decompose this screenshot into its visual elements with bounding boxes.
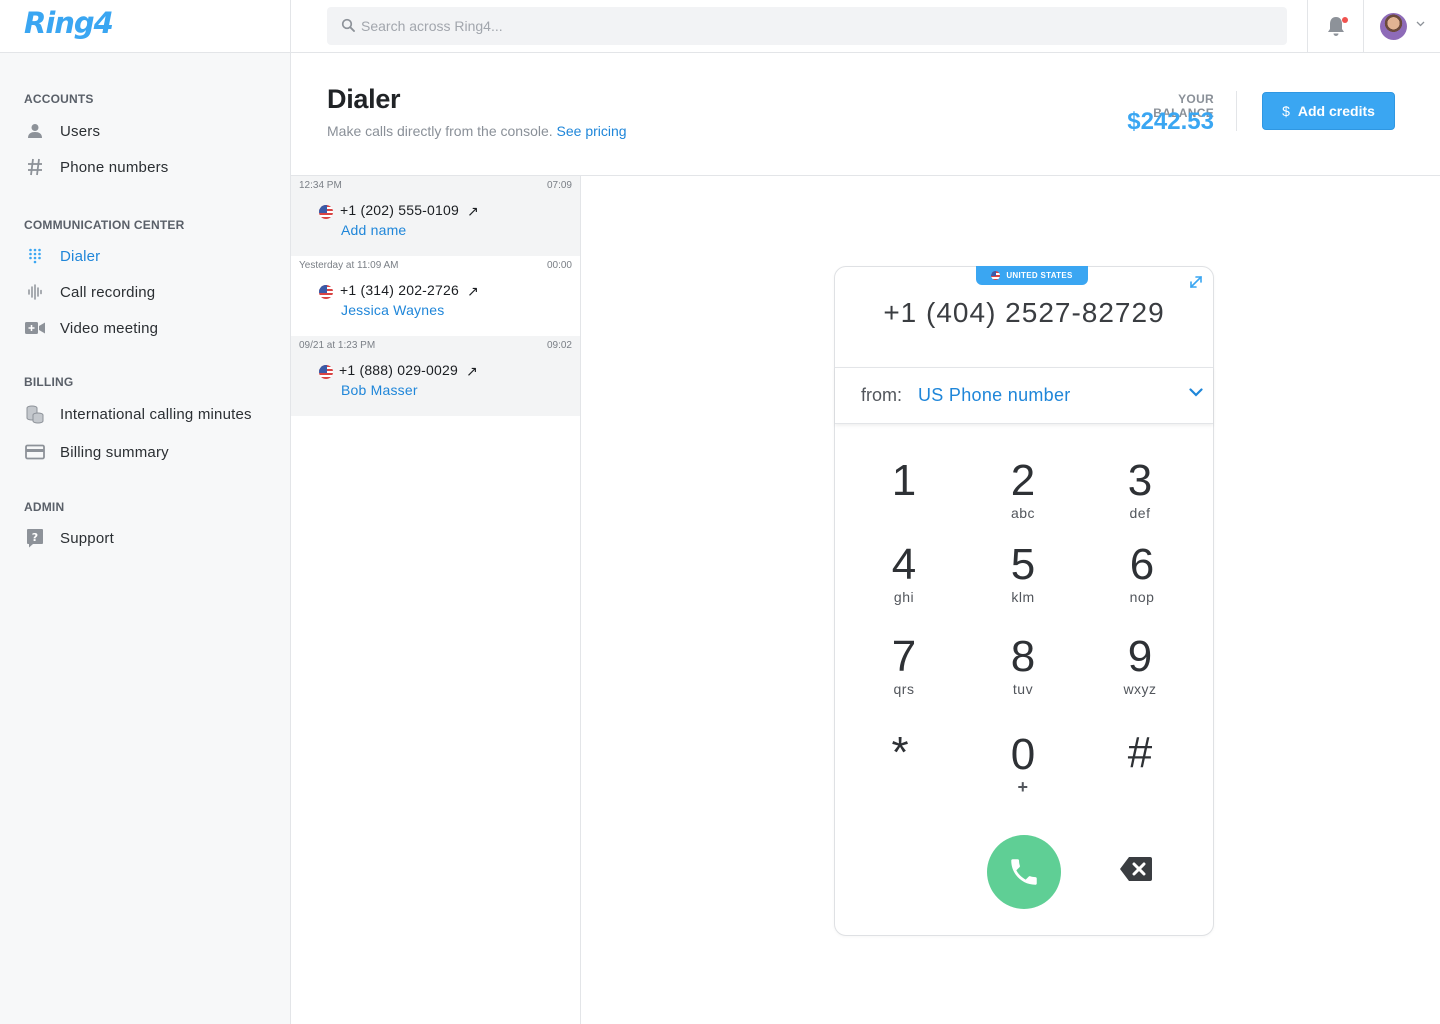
dialpad-icon xyxy=(24,245,46,267)
top-bar: Ring4 xyxy=(0,0,1440,53)
us-flag-icon xyxy=(319,285,333,299)
help-icon: ? xyxy=(24,527,46,549)
backspace-icon[interactable] xyxy=(1118,855,1154,883)
ring4-logo[interactable]: Ring4 xyxy=(24,6,114,40)
dial-key-1[interactable]: 1 xyxy=(859,457,949,505)
dial-key-9[interactable]: 9 wxyz xyxy=(1095,633,1185,698)
sidebar-item-international-calling-minutes[interactable]: International calling minutes xyxy=(24,401,284,427)
contact-name[interactable]: Jessica Waynes xyxy=(341,302,444,318)
chevron-down-icon xyxy=(1189,388,1203,397)
dial-key-8[interactable]: 8 tuv xyxy=(978,633,1068,698)
search-icon xyxy=(341,18,355,32)
sidebar-item-label: Phone numbers xyxy=(60,158,169,176)
call-history-item[interactable]: 12:34 PM 07:09 +1 (202) 555-0109 ↗ Add n… xyxy=(291,176,580,256)
hash-icon xyxy=(24,156,46,178)
page-subtitle: Make calls directly from the console. Se… xyxy=(327,123,627,139)
call-time: Yesterday at 11:09 AM xyxy=(299,260,399,271)
notifications-button[interactable] xyxy=(1307,0,1364,53)
call-history-item[interactable]: 09/21 at 1:23 PM 09:02 +1 (888) 029-0029… xyxy=(291,336,580,416)
section-title-communication-center: COMMUNICATION CENTER xyxy=(24,218,185,232)
user-icon xyxy=(24,120,46,142)
from-value[interactable]: US Phone number xyxy=(918,385,1071,406)
see-pricing-link[interactable]: See pricing xyxy=(557,123,627,139)
call-history-item[interactable]: Yesterday at 11:09 AM 00:00 +1 (314) 202… xyxy=(291,256,580,336)
dial-key-2[interactable]: 2 abc xyxy=(978,457,1068,522)
dial-key-5[interactable]: 5 klm xyxy=(978,541,1068,606)
sidebar-item-label: Video meeting xyxy=(60,319,159,337)
page-title: Dialer xyxy=(327,84,401,114)
balance-value: $242.53 xyxy=(1127,108,1214,135)
sidebar-item-label: Call recording xyxy=(60,283,156,301)
sidebar-item-label: International calling minutes xyxy=(60,405,252,423)
section-title-accounts: ACCOUNTS xyxy=(24,92,94,106)
sidebar-item-billing-summary[interactable]: Billing summary xyxy=(24,439,284,465)
search-bar[interactable] xyxy=(327,7,1287,45)
sidebar-item-call-recording[interactable]: Call recording xyxy=(24,279,284,305)
divider xyxy=(1236,91,1237,131)
sidebar-item-label: Support xyxy=(60,529,114,547)
svg-text:?: ? xyxy=(32,531,38,544)
sidebar-item-label: Users xyxy=(60,122,101,140)
phone-icon xyxy=(1011,859,1037,885)
page-header: Dialer Make calls directly from the cons… xyxy=(291,53,1440,176)
call-duration: 00:00 xyxy=(546,260,572,271)
sidebar-item-label: Billing summary xyxy=(60,443,169,461)
add-name-link[interactable]: Add name xyxy=(341,222,406,238)
call-time: 12:34 PM xyxy=(299,180,342,191)
sidebar-item-video-meeting[interactable]: Video meeting xyxy=(24,315,284,341)
dial-key-7[interactable]: 7 qrs xyxy=(859,633,949,698)
chevron-down-icon xyxy=(1416,21,1425,27)
page-subtitle-text: Make calls directly from the console. xyxy=(327,123,553,139)
avatar[interactable] xyxy=(1380,13,1407,40)
user-menu[interactable] xyxy=(1380,13,1430,41)
country-selector[interactable]: UNITED STATES xyxy=(976,266,1088,285)
dial-key-hash[interactable]: # xyxy=(1095,729,1185,777)
section-title-admin: ADMIN xyxy=(24,500,65,514)
dial-key-0[interactable]: 0 + xyxy=(978,731,1068,798)
dialed-number: +1 (404) 2527-82729 xyxy=(883,297,1165,328)
call-duration: 07:09 xyxy=(546,180,572,191)
sidebar: ACCOUNTS Users Phone numbers COMMUNICATI… xyxy=(0,53,291,1024)
call-duration: 09:02 xyxy=(546,340,572,351)
call-number: +1 (888) 029-0029 xyxy=(339,362,458,378)
from-label: from: xyxy=(861,385,903,405)
outgoing-arrow-icon: ↗ xyxy=(467,283,479,299)
contact-name[interactable]: Bob Masser xyxy=(341,382,418,398)
call-history: 12:34 PM 07:09 +1 (202) 555-0109 ↗ Add n… xyxy=(291,176,581,1024)
add-credits-label: Add credits xyxy=(1297,103,1375,119)
credit-card-icon xyxy=(24,441,46,463)
call-time: 09/21 at 1:23 PM xyxy=(299,340,376,351)
outgoing-arrow-icon: ↗ xyxy=(466,363,478,379)
from-number-select[interactable]: from: US Phone number xyxy=(835,367,1213,424)
sidebar-item-users[interactable]: Users xyxy=(24,118,284,144)
dollar-icon: $ xyxy=(1282,103,1290,119)
us-flag-icon xyxy=(991,271,1001,280)
dial-key-4[interactable]: 4 ghi xyxy=(859,541,949,606)
call-number: +1 (314) 202-2726 xyxy=(340,282,459,298)
us-flag-icon xyxy=(319,365,333,379)
call-button[interactable] xyxy=(987,835,1061,909)
dialer-card: UNITED STATES +1 (404) 2527-82729 from: … xyxy=(834,266,1214,936)
sidebar-item-label: Dialer xyxy=(60,247,101,265)
waveform-icon xyxy=(24,281,46,303)
coins-icon xyxy=(24,403,46,425)
call-number: +1 (202) 555-0109 xyxy=(340,202,459,218)
section-title-billing: BILLING xyxy=(24,375,74,389)
sidebar-item-dialer[interactable]: Dialer xyxy=(24,243,284,269)
logo-area: Ring4 xyxy=(0,0,291,53)
expand-icon[interactable] xyxy=(1189,275,1203,289)
video-camera-icon xyxy=(24,317,46,339)
outgoing-arrow-icon: ↗ xyxy=(467,203,479,219)
dial-key-star[interactable]: * xyxy=(855,729,945,777)
notification-dot xyxy=(1342,17,1348,23)
search-input[interactable] xyxy=(361,7,1261,45)
dial-key-3[interactable]: 3 def xyxy=(1095,457,1185,522)
sidebar-item-support[interactable]: ? Support xyxy=(24,525,284,551)
country-label: UNITED STATES xyxy=(1006,271,1073,280)
sidebar-item-phone-numbers[interactable]: Phone numbers xyxy=(24,154,284,180)
add-credits-button[interactable]: $ Add credits xyxy=(1262,92,1395,130)
us-flag-icon xyxy=(319,205,333,219)
dial-key-6[interactable]: 6 nop xyxy=(1097,541,1187,606)
